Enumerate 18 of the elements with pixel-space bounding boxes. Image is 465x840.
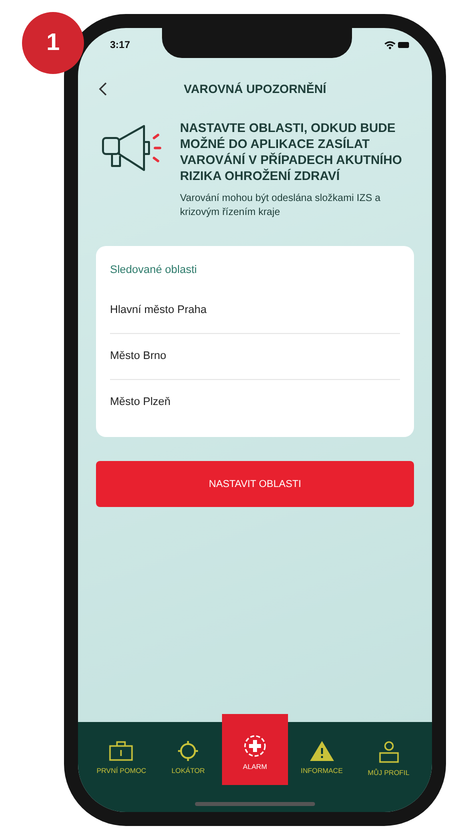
back-button[interactable] <box>98 82 108 96</box>
area-item[interactable]: Hlavní město Praha <box>110 288 400 334</box>
person-icon <box>376 740 401 764</box>
chevron-left-icon <box>98 82 108 96</box>
wifi-battery-icon <box>384 40 410 50</box>
step-badge: 1 <box>22 12 84 74</box>
intro-heading: NASTAVTE OBLASTI, ODKUD BUDE MOŽNÉ DO APLIKACE ZASÍLAT VAROVÁNÍ V PŘÍPADECH AKUTNÍHO RIZIKA OHROŽENÍ ZDRAVÍ <box>180 120 404 184</box>
area-item[interactable]: Město Plzeň <box>110 380 400 425</box>
card-title: Sledované oblasti <box>110 263 198 278</box>
kit-icon <box>108 740 134 762</box>
area-item[interactable]: Město Brno <box>110 334 400 380</box>
status-time: 3:17 <box>110 40 130 50</box>
alarm-cross-icon <box>242 734 267 758</box>
set-areas-button[interactable]: NASTAVIT OBLASTI <box>96 461 414 507</box>
intro-note: Varování mohou být odeslána složkami IZS a krizovým řízením kraje <box>180 192 382 220</box>
screen-title: VAROVNÁ UPOZORNĚNÍ <box>182 82 328 96</box>
crosshair-icon <box>176 740 200 762</box>
warning-icon <box>308 740 335 762</box>
